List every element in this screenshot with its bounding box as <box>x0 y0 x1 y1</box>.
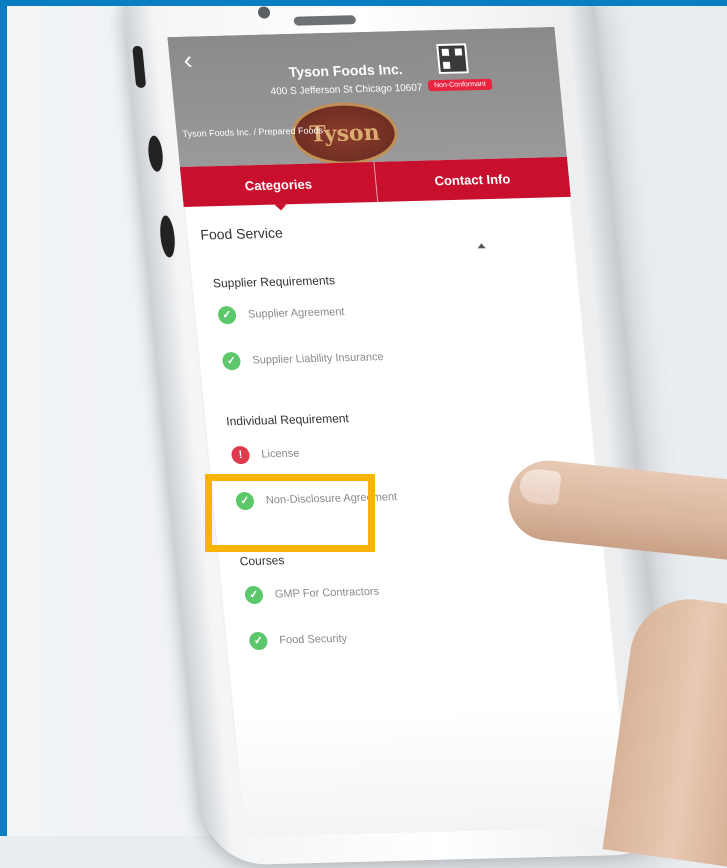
requirement-label: License <box>260 447 300 461</box>
requirement-label: Supplier Liability Insurance <box>251 351 385 367</box>
highlight-box <box>205 474 375 552</box>
earpiece-speaker <box>293 15 357 26</box>
status-badge: Non-Conformant <box>427 78 493 92</box>
qr-code-icon[interactable] <box>436 43 469 75</box>
company-address: 400 S Jefferson St Chicago 10607 <box>270 82 424 98</box>
group-title: Courses <box>239 553 285 569</box>
check-circle-icon: ✓ <box>244 585 264 605</box>
tab-categories[interactable]: Categories <box>180 162 377 207</box>
requirement-item[interactable]: ✓ GMP For Contractors <box>244 583 380 605</box>
tab-contact-info[interactable]: Contact Info <box>372 156 571 202</box>
front-camera <box>257 6 271 19</box>
requirement-label: Food Security <box>278 632 348 647</box>
company-header: ‹ Tyson Tyson Foods Inc. 400 S Jefferson… <box>167 26 567 168</box>
requirement-item[interactable]: ! License <box>230 445 301 465</box>
company-name: Tyson Foods Inc. <box>287 60 404 80</box>
back-chevron-icon[interactable]: ‹ <box>182 44 194 74</box>
app-screen: ‹ Tyson Tyson Foods Inc. 400 S Jefferson… <box>167 26 632 837</box>
requirement-item[interactable]: ✓ Supplier Agreement <box>217 303 346 325</box>
collapse-arrow-icon[interactable] <box>477 243 486 249</box>
section-header[interactable]: Food Service <box>200 224 284 242</box>
requirement-item[interactable]: ✓ Supplier Liability Insurance <box>221 348 385 371</box>
group-title: Individual Requirement <box>225 411 350 429</box>
requirement-label: Supplier Agreement <box>247 306 346 321</box>
requirement-label: GMP For Contractors <box>274 585 380 601</box>
group-title: Supplier Requirements <box>212 273 336 291</box>
requirement-item[interactable]: ✓ Food Security <box>248 630 348 651</box>
check-circle-icon: ✓ <box>221 351 242 371</box>
check-circle-icon: ✓ <box>248 631 269 651</box>
fingernail <box>518 467 562 506</box>
phone: ‹ Tyson Tyson Foods Inc. 400 S Jefferson… <box>120 0 676 866</box>
alert-circle-icon: ! <box>230 445 251 465</box>
screen-glare <box>232 706 632 837</box>
check-circle-icon: ✓ <box>217 305 237 325</box>
